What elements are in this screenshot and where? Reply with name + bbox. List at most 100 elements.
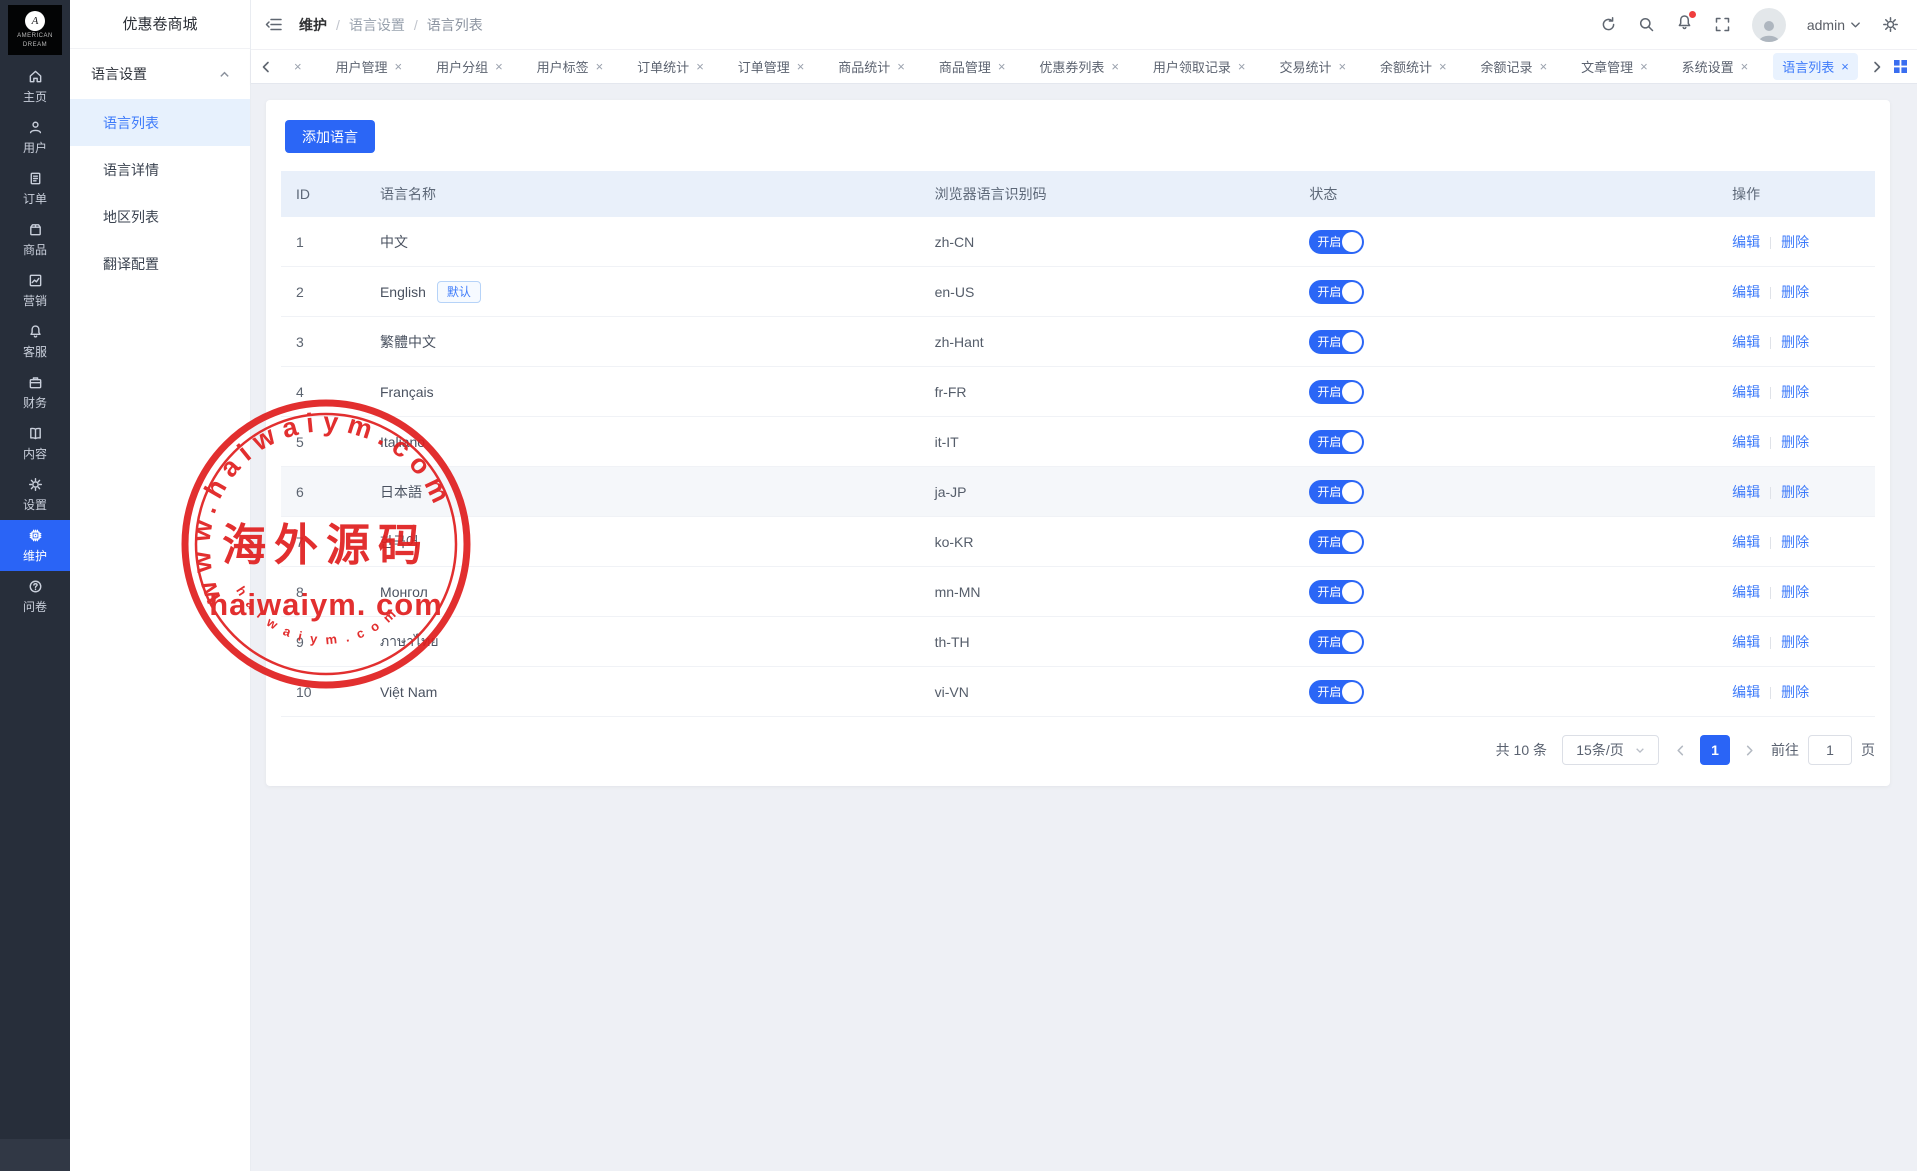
edit-link[interactable]: 编辑 (1732, 584, 1760, 600)
prev-page-button[interactable] (1674, 744, 1687, 757)
delete-link[interactable]: 删除 (1781, 634, 1809, 650)
status-toggle[interactable]: 开启 (1309, 330, 1364, 354)
refresh-icon[interactable] (1600, 16, 1617, 33)
sidebar-menu-item[interactable]: 翻译配置 (70, 240, 250, 287)
tabs-grid-menu-icon[interactable] (1894, 60, 1907, 73)
delete-link[interactable]: 删除 (1781, 334, 1809, 350)
tab-item[interactable]: 优惠券列表 (1030, 53, 1128, 80)
tab-close-icon[interactable] (1741, 60, 1749, 73)
tab-close-icon[interactable] (696, 60, 704, 73)
notifications-button[interactable] (1676, 14, 1693, 36)
edit-link[interactable]: 编辑 (1732, 534, 1760, 550)
search-icon[interactable] (1638, 16, 1655, 33)
page-size-select[interactable]: 15条/页 (1562, 735, 1659, 765)
goto-page-input[interactable] (1808, 735, 1852, 765)
edit-link[interactable]: 编辑 (1732, 484, 1760, 500)
tab-close-icon[interactable] (897, 60, 905, 73)
tab-close-icon[interactable] (1338, 60, 1346, 73)
hamburger-icon[interactable] (265, 15, 284, 34)
edit-link[interactable]: 编辑 (1732, 634, 1760, 650)
tab-item[interactable]: 交易统计 (1270, 53, 1355, 80)
sidebar-menu-item[interactable]: 地区列表 (70, 193, 250, 240)
rail-item-orders[interactable]: 订单 (0, 163, 70, 214)
breadcrumb-root[interactable]: 维护 (299, 15, 327, 35)
tab-close-icon[interactable] (596, 60, 604, 73)
delete-link[interactable]: 删除 (1781, 584, 1809, 600)
tab-close-icon[interactable] (998, 60, 1006, 73)
status-toggle[interactable]: 开启 (1309, 680, 1364, 704)
edit-link[interactable]: 编辑 (1732, 434, 1760, 450)
edit-link[interactable]: 编辑 (1732, 334, 1760, 350)
status-toggle[interactable]: 开启 (1309, 480, 1364, 504)
edit-link[interactable]: 编辑 (1732, 384, 1760, 400)
tab-close-icon[interactable] (495, 60, 503, 73)
rail-item-content[interactable]: 内容 (0, 418, 70, 469)
tab-item[interactable]: 系统设置 (1673, 53, 1758, 80)
delete-link[interactable]: 删除 (1781, 284, 1809, 300)
rail-item-goods[interactable]: 商品 (0, 214, 70, 265)
fullscreen-icon[interactable] (1714, 16, 1731, 33)
delete-link[interactable]: 删除 (1781, 384, 1809, 400)
edit-link[interactable]: 编辑 (1732, 234, 1760, 250)
tab-item[interactable]: 用户标签 (528, 53, 613, 80)
tab-item[interactable]: 语言列表 (1773, 53, 1858, 80)
delete-link[interactable]: 删除 (1781, 234, 1809, 250)
edit-link[interactable]: 编辑 (1732, 684, 1760, 700)
page-settings-gear-icon[interactable] (1882, 16, 1899, 33)
rail-item-service[interactable]: 客服 (0, 316, 70, 367)
rail-item-home[interactable]: 主页 (0, 61, 70, 112)
tab-item[interactable]: 订单管理 (729, 53, 814, 80)
tab-close-icon[interactable] (1111, 60, 1119, 73)
tab-item[interactable] (285, 56, 311, 77)
tab-close-icon[interactable] (1238, 60, 1246, 73)
delete-link[interactable]: 删除 (1781, 434, 1809, 450)
tab-close-icon[interactable] (1439, 60, 1447, 73)
status-toggle[interactable]: 开启 (1309, 580, 1364, 604)
status-toggle[interactable]: 开启 (1309, 430, 1364, 454)
rail-item-marketing[interactable]: 营销 (0, 265, 70, 316)
status-toggle[interactable]: 开启 (1309, 280, 1364, 304)
rail-item-users[interactable]: 用户 (0, 112, 70, 163)
tab-item[interactable]: 订单统计 (628, 53, 713, 80)
user-menu[interactable]: admin (1807, 17, 1861, 33)
menu-group-language-settings[interactable]: 语言设置 (70, 49, 250, 99)
breadcrumb-mid[interactable]: 语言设置 (349, 15, 405, 35)
tab-item[interactable]: 商品统计 (829, 53, 914, 80)
current-page-button[interactable]: 1 (1700, 735, 1730, 765)
sidebar-menu-item[interactable]: 语言详情 (70, 146, 250, 193)
delete-link[interactable]: 删除 (1781, 684, 1809, 700)
edit-link[interactable]: 编辑 (1732, 284, 1760, 300)
tabs-scroll-right-button[interactable] (1870, 60, 1884, 74)
tab-close-icon[interactable] (395, 60, 403, 73)
chevron-right-icon (1743, 744, 1756, 757)
tab-item[interactable]: 用户领取记录 (1144, 53, 1255, 80)
sidebar-menu-item[interactable]: 语言列表 (70, 99, 250, 146)
rail-item-finance[interactable]: 财务 (0, 367, 70, 418)
tab-close-icon[interactable] (294, 60, 302, 73)
rail-item-maintenance[interactable]: 维护 (0, 520, 70, 571)
delete-link[interactable]: 删除 (1781, 534, 1809, 550)
tab-item[interactable]: 余额记录 (1472, 53, 1557, 80)
tab-item[interactable]: 用户管理 (327, 53, 412, 80)
tab-close-icon[interactable] (1640, 60, 1648, 73)
status-toggle[interactable]: 开启 (1309, 530, 1364, 554)
tab-item[interactable]: 文章管理 (1572, 53, 1657, 80)
status-toggle[interactable]: 开启 (1309, 230, 1364, 254)
tab-close-icon[interactable] (1841, 60, 1849, 73)
next-page-button[interactable] (1743, 744, 1756, 757)
tab-close-icon[interactable] (1540, 60, 1548, 73)
add-language-button[interactable]: 添加语言 (285, 120, 375, 153)
tab-item[interactable]: 用户分组 (427, 53, 512, 80)
tab-item[interactable]: 余额统计 (1371, 53, 1456, 80)
status-toggle[interactable]: 开启 (1309, 380, 1364, 404)
tabs-scroll-left-button[interactable] (259, 60, 273, 74)
app-logo[interactable]: A AMERICAN DREAM (8, 5, 62, 55)
settings-gear-icon (28, 477, 43, 492)
tab-item[interactable]: 商品管理 (930, 53, 1015, 80)
status-toggle[interactable]: 开启 (1309, 630, 1364, 654)
avatar[interactable] (1752, 8, 1786, 42)
rail-item-settings[interactable]: 设置 (0, 469, 70, 520)
rail-item-survey[interactable]: 问卷 (0, 571, 70, 622)
tab-close-icon[interactable] (797, 60, 805, 73)
delete-link[interactable]: 删除 (1781, 484, 1809, 500)
